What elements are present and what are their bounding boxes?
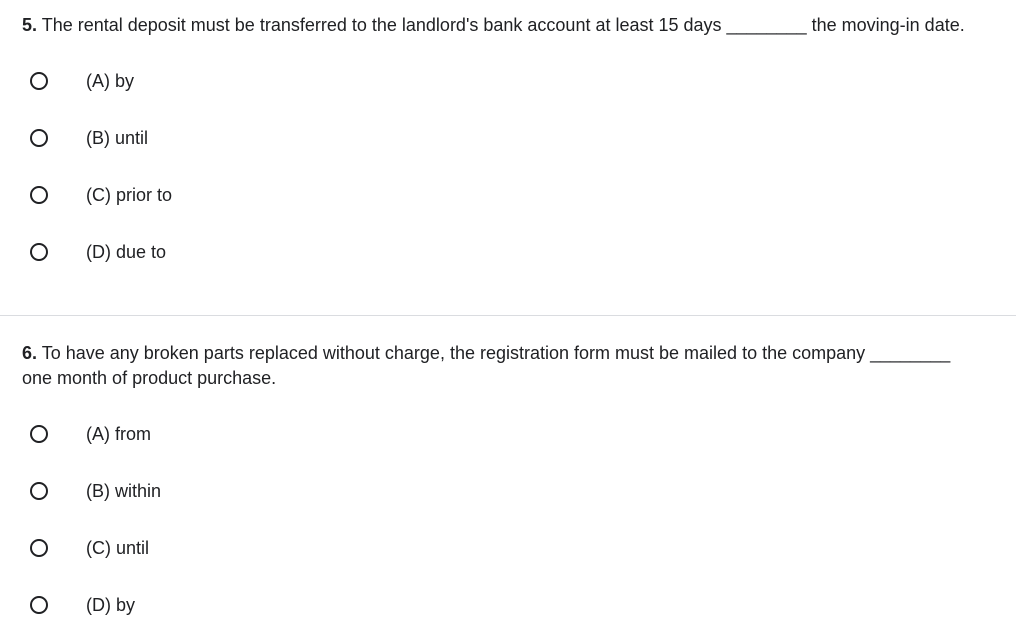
option-b[interactable]: (B) within	[20, 471, 520, 511]
radio-button-icon[interactable]	[30, 129, 48, 147]
question-6: 6. To have any broken parts replaced wit…	[0, 316, 1016, 628]
option-a[interactable]: (A) from	[20, 414, 520, 454]
option-d[interactable]: (D) by	[20, 585, 520, 625]
option-label: (D) by	[86, 594, 135, 615]
radio-button-icon[interactable]	[30, 186, 48, 204]
option-b[interactable]: (B) until	[20, 118, 520, 158]
question-prompt: 5. The rental deposit must be transferre…	[22, 13, 982, 38]
radio-button-icon[interactable]	[30, 425, 48, 443]
option-label: (B) within	[86, 480, 162, 501]
radio-button-icon[interactable]	[30, 72, 48, 90]
question-5: 5. The rental deposit must be transferre…	[0, 0, 1016, 315]
radio-button-icon[interactable]	[30, 539, 48, 557]
question-prompt: 6. To have any broken parts replaced wit…	[22, 341, 982, 391]
option-label: (C) prior to	[86, 184, 173, 205]
option-label: (A) from	[86, 423, 151, 444]
radio-button-icon[interactable]	[30, 482, 48, 500]
option-label: (B) until	[86, 127, 149, 148]
radio-button-icon[interactable]	[30, 596, 48, 614]
radio-button-icon[interactable]	[30, 243, 48, 261]
option-c[interactable]: (C) until	[20, 528, 520, 568]
question-number: 6.	[22, 343, 38, 363]
question-number: 5.	[22, 15, 38, 35]
option-label: (D) due to	[86, 241, 167, 262]
option-c[interactable]: (C) prior to	[20, 175, 520, 215]
option-d[interactable]: (D) due to	[20, 232, 520, 272]
question-text: The rental deposit must be transferred t…	[41, 15, 965, 35]
option-a[interactable]: (A) by	[20, 61, 520, 101]
question-text: To have any broken parts replaced withou…	[22, 343, 951, 388]
option-label: (A) by	[86, 70, 135, 91]
option-label: (C) until	[86, 537, 150, 558]
